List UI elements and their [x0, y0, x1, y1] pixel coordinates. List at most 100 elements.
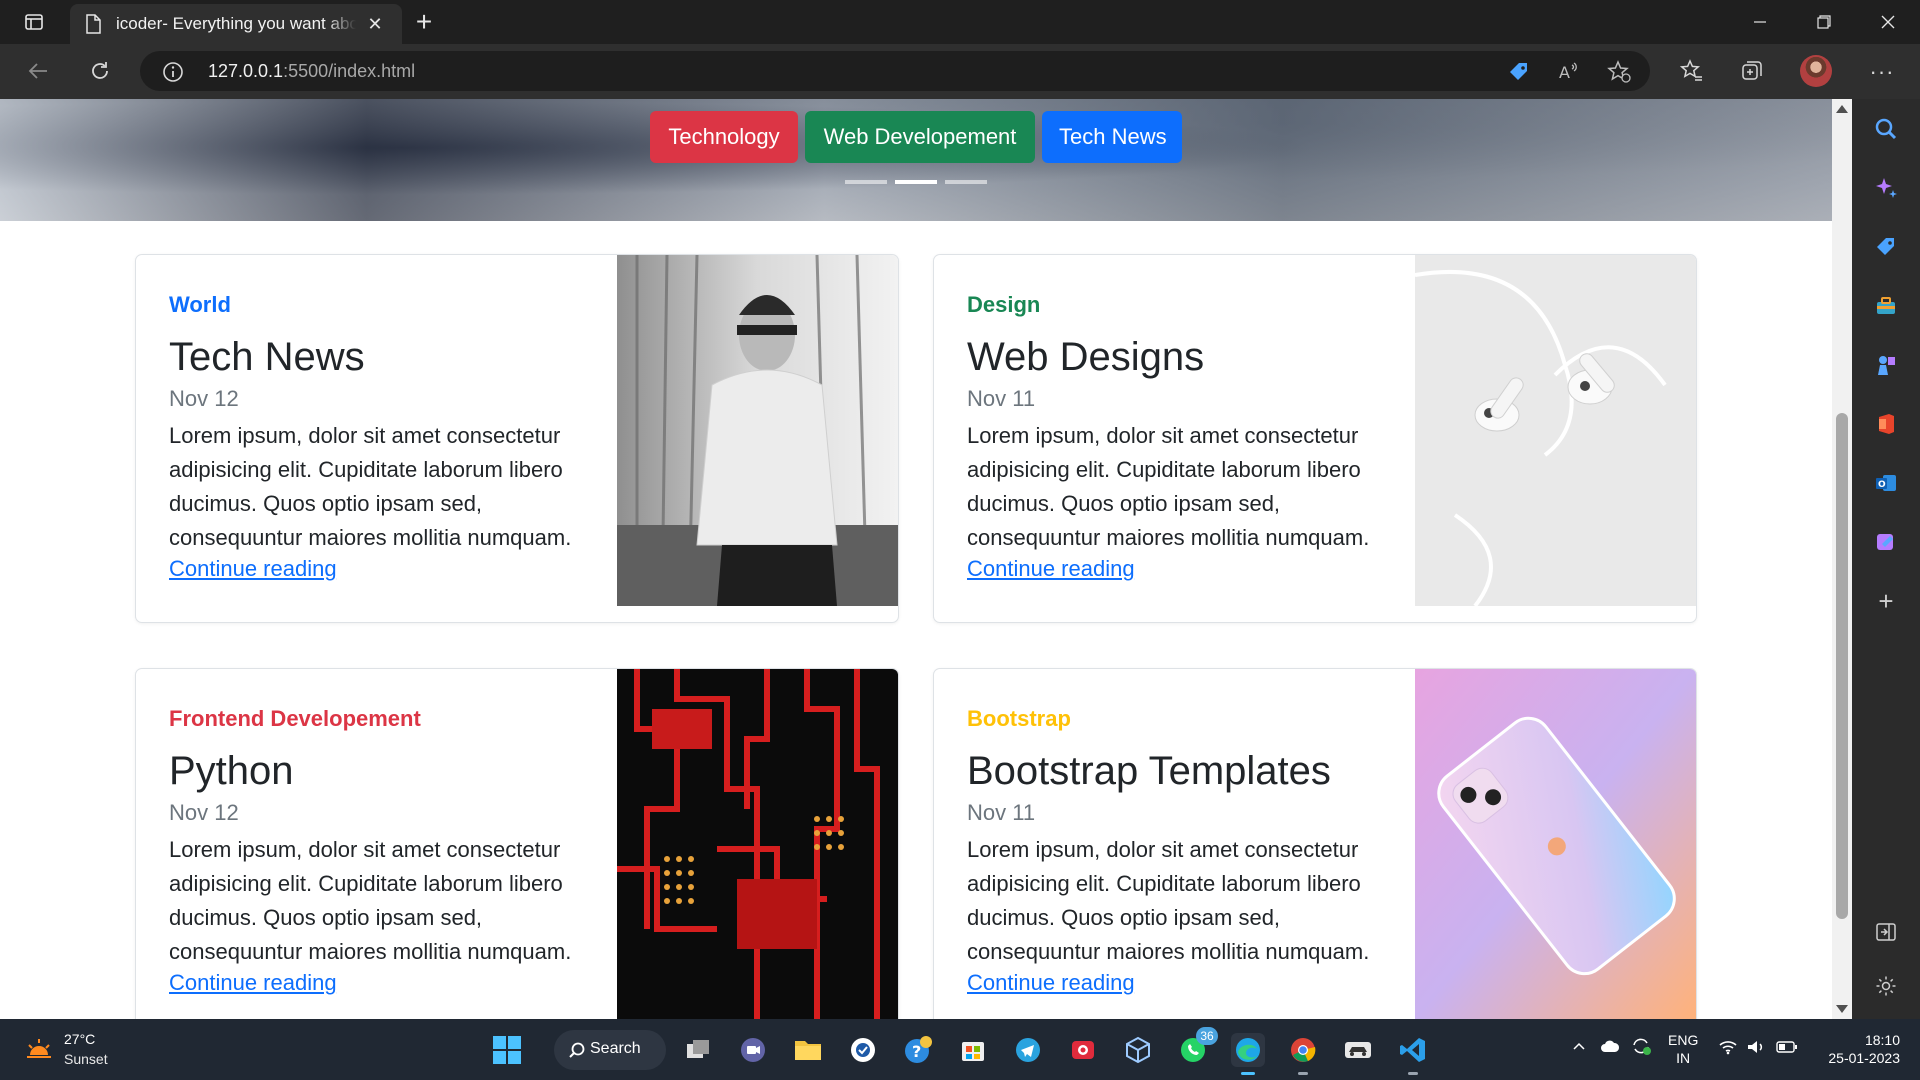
card-title: Bootstrap Templates	[967, 749, 1331, 793]
virtualbox-icon[interactable]	[1121, 1033, 1155, 1067]
svg-text:?: ?	[912, 1042, 921, 1061]
svg-text:O: O	[1878, 480, 1886, 490]
task-view-icon[interactable]	[681, 1033, 715, 1067]
collections-icon[interactable]	[1732, 51, 1772, 91]
cloud-icon[interactable]	[1600, 1038, 1620, 1057]
carousel-indicator[interactable]	[845, 180, 887, 184]
games-icon[interactable]	[1871, 350, 1901, 380]
notification-badge: 36	[1196, 1027, 1218, 1045]
hero-carousel: Technology Web Developement Tech News	[0, 99, 1832, 221]
sync-icon[interactable]	[1630, 1036, 1652, 1059]
help-icon[interactable]: ?	[901, 1033, 935, 1067]
add-icon[interactable]: +	[1871, 586, 1901, 616]
running-indicator	[1408, 1072, 1418, 1075]
blog-card: Frontend Developement Python Nov 12 Lore…	[135, 668, 899, 1019]
volume-icon[interactable]	[1746, 1039, 1766, 1058]
web-development-button[interactable]: Web Developement	[805, 111, 1035, 163]
info-icon[interactable]	[162, 61, 184, 83]
scroll-down-arrow-icon[interactable]	[1836, 1005, 1848, 1013]
carousel-indicator-active[interactable]	[895, 180, 937, 184]
card-category: Bootstrap	[967, 706, 1071, 731]
drop-icon[interactable]	[1871, 527, 1901, 557]
outlook-icon[interactable]: O	[1871, 468, 1901, 498]
whatsapp-icon[interactable]: 36	[1176, 1027, 1218, 1067]
language-indicator[interactable]: ENG IN	[1668, 1031, 1698, 1067]
chrome-icon[interactable]	[1286, 1033, 1320, 1075]
taskbar-search[interactable]: Search	[554, 1030, 666, 1070]
clock[interactable]: 18:10 25-01-2023	[1820, 1031, 1900, 1067]
minimize-icon[interactable]	[1728, 0, 1792, 44]
card-title: Web Designs	[967, 335, 1205, 379]
card-date: Nov 11	[967, 800, 1036, 825]
technology-button[interactable]: Technology	[650, 111, 798, 163]
recorder-icon[interactable]	[1066, 1033, 1100, 1067]
blog-card: Bootstrap Bootstrap Templates Nov 11 Lor…	[933, 668, 1697, 1019]
windows-taskbar: 27°C Sunset Search ? 36 ENG IN 18:10 25-…	[0, 1019, 1920, 1080]
add-favorite-icon[interactable]	[1606, 59, 1632, 85]
url-path: :5500/index.html	[283, 61, 416, 81]
wifi-icon[interactable]	[1718, 1039, 1738, 1058]
card-image-earphones	[1415, 255, 1696, 606]
edge-browser-icon[interactable]	[1231, 1033, 1265, 1075]
page-scrollbar[interactable]	[1832, 99, 1852, 1019]
weather-temperature: 27°C	[64, 1031, 96, 1047]
vscode-icon[interactable]	[1396, 1033, 1430, 1075]
sparkle-icon[interactable]	[1871, 173, 1901, 203]
app-icon[interactable]	[846, 1033, 880, 1067]
language-code: ENG	[1668, 1032, 1699, 1048]
tab-strip: icoder- Everything you want abo ✕ +	[0, 0, 1920, 44]
favorites-icon[interactable]	[1672, 51, 1712, 91]
card-category: Design	[967, 292, 1041, 317]
continue-reading-link[interactable]: Continue reading	[967, 556, 1135, 582]
card-category: World	[169, 292, 231, 317]
search-icon[interactable]	[1871, 114, 1901, 144]
teams-chat-icon[interactable]	[736, 1033, 770, 1067]
continue-reading-link[interactable]: Continue reading	[967, 970, 1135, 996]
continue-reading-link[interactable]: Continue reading	[169, 970, 337, 996]
new-tab-icon[interactable]: +	[412, 8, 436, 36]
tab-active[interactable]: icoder- Everything you want abo ✕	[70, 4, 402, 44]
office-icon[interactable]	[1871, 409, 1901, 439]
file-explorer-icon[interactable]	[791, 1033, 825, 1067]
car-app-icon[interactable]	[1341, 1033, 1375, 1067]
battery-icon[interactable]	[1776, 1040, 1798, 1057]
close-icon[interactable]: ✕	[364, 13, 386, 35]
scroll-up-arrow-icon[interactable]	[1836, 105, 1848, 113]
close-window-icon[interactable]	[1856, 0, 1920, 44]
card-text: Lorem ipsum, dolor sit amet consectetur …	[169, 837, 572, 964]
url-text: 127.0.0.1:5500/index.html	[208, 61, 415, 82]
region-code: IN	[1676, 1050, 1691, 1066]
hide-sidebar-icon[interactable]	[1871, 917, 1901, 947]
refresh-icon[interactable]	[80, 51, 120, 91]
carousel-indicator[interactable]	[945, 180, 987, 184]
search-label: Search	[590, 1040, 641, 1057]
card-image-phone	[1415, 669, 1696, 1019]
tech-news-button[interactable]: Tech News	[1042, 111, 1182, 163]
clock-time: 18:10	[1864, 1032, 1900, 1048]
clock-date: 25-01-2023	[1828, 1050, 1900, 1066]
more-options-icon[interactable]: ···	[1862, 52, 1902, 92]
back-arrow-icon[interactable]	[18, 51, 58, 91]
price-tag-icon[interactable]	[1506, 59, 1532, 85]
settings-gear-icon[interactable]	[1871, 971, 1901, 1001]
card-date: Nov 12	[169, 800, 239, 825]
windows-start-icon[interactable]	[490, 1033, 524, 1067]
shopping-tag-icon[interactable]	[1871, 232, 1901, 262]
blog-card: World Tech News Nov 12 Lorem ipsum, dolo…	[135, 254, 899, 623]
svg-text:A: A	[1559, 63, 1570, 82]
card-image-circuit	[617, 669, 898, 1019]
continue-reading-link[interactable]: Continue reading	[169, 556, 337, 582]
read-aloud-icon[interactable]: A	[1556, 59, 1582, 85]
tab-actions-icon[interactable]	[22, 10, 46, 34]
chevron-up-icon[interactable]	[1572, 1039, 1586, 1056]
restore-icon[interactable]	[1792, 0, 1856, 44]
url-host: 127.0.0.1	[208, 61, 284, 81]
profile-avatar[interactable]	[1800, 55, 1832, 87]
weather-icon[interactable]	[22, 1032, 56, 1066]
microsoft-store-icon[interactable]	[956, 1033, 990, 1067]
telegram-icon[interactable]	[1011, 1033, 1045, 1067]
scrollbar-thumb[interactable]	[1836, 413, 1848, 919]
page-viewport: Technology Web Developement Tech News Wo…	[0, 99, 1832, 1019]
address-bar[interactable]: 127.0.0.1:5500/index.html A	[140, 51, 1650, 91]
tools-icon[interactable]	[1871, 291, 1901, 321]
